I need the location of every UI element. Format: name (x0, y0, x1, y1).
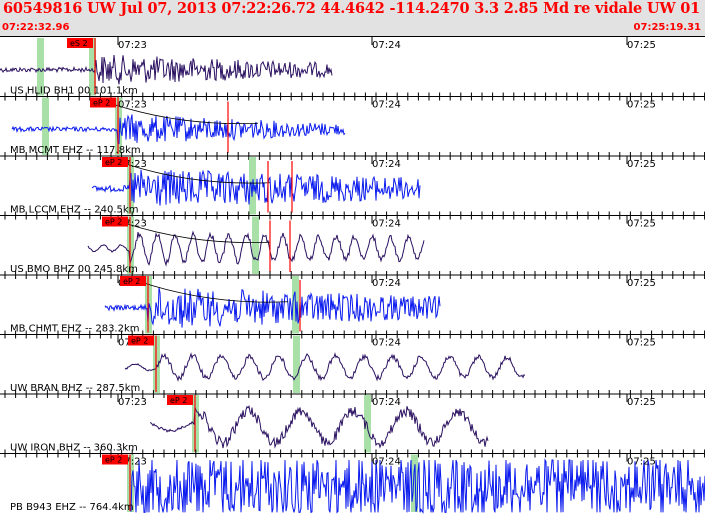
event-info-text: 60549816 UW Jul 07, 2013 07:22:26.72 44.… (3, 0, 705, 17)
waveform-trace (104, 287, 441, 328)
pick-window-marker (252, 216, 259, 274)
time-tick-label: 07:25 (627, 159, 656, 170)
station-label: MB LCCM EHZ -- 240.5km (10, 205, 138, 216)
time-tick-label: 07:24 (372, 219, 401, 230)
event-header: 60549816 UW Jul 07, 2013 07:22:26.72 44.… (0, 0, 705, 37)
trace-row[interactable]: 07:23 07:24 07:25 eP 2 MB MCMT EHZ -- 117.8k… (0, 96, 705, 161)
waveform-trace (149, 404, 489, 449)
station-label: US HLID BH1 00 101.1km (10, 86, 138, 97)
time-tick-label: 07:24 (372, 397, 401, 408)
window-end-time: 07:25:19.31 (633, 22, 701, 33)
station-label: PB B943 EHZ -- 764.4km (10, 502, 134, 513)
waveform-trace (11, 114, 346, 145)
time-tick-label: 07:25 (627, 457, 656, 468)
station-label: US BMO BHZ 00 245.8km (10, 264, 138, 275)
time-tick-label: 07:24 (372, 338, 401, 349)
trace-row[interactable]: 07:2307:2407:25eP 2UW BRAN BHZ -- 287.5k… (0, 334, 705, 399)
time-tick-label: 07:24 (372, 100, 401, 111)
phase-pick-label: eP 2 (105, 158, 122, 167)
station-label: UW IRON BHZ -- 360.3km (10, 443, 138, 454)
phase-pick-label: eP 2 (123, 277, 140, 286)
phase-pick-label: eP 2 (105, 456, 122, 465)
waveform-trace (0, 55, 333, 85)
trace-row[interactable]: 07:23 07:24 07:25 eS 2 US HLID BH1 00 101.1k… (0, 37, 705, 101)
time-tick-label: 07:24 (372, 40, 401, 51)
pick-window-marker (293, 335, 300, 393)
time-tick-label: 07:25 (627, 40, 656, 51)
trace-row[interactable]: 07:23 07:24 07:25eP 2US BMO BHZ 00 245.8km (0, 215, 705, 280)
phase-pick-label: eP 2 (105, 218, 122, 227)
phase-pick-label: eP 2 (93, 99, 110, 108)
station-label: UW BRAN BHZ -- 287.5km (10, 383, 140, 394)
time-tick-label: 07:25 (627, 338, 656, 349)
trace-row[interactable]: 07:23 07:24 07:25 eP 2 UW IRON BHZ -- 360.3k… (0, 394, 705, 458)
phase-pick-label: eS 2 (70, 39, 88, 48)
time-tick-label: 07:23 (118, 397, 147, 408)
phase-pick-label: eP 2 (131, 337, 148, 346)
trace-row[interactable]: 07:23 07:24 07:25eP 2MB LCCM EHZ -- 240.5k… (0, 156, 705, 220)
time-tick-label: 07:24 (372, 159, 401, 170)
time-tick-label: 07:24 (372, 278, 401, 289)
trace-row[interactable]: 07:23 07:24 07:25eP 2PB B943 EHZ -- 764.4k… (10, 453, 705, 514)
time-tick-label: 07:23 (118, 40, 147, 51)
time-tick-label: 07:25 (627, 397, 656, 408)
phase-pick-label: eP 2 (170, 396, 187, 405)
station-label: MB CHMT EHZ -- 283.2km (10, 324, 140, 335)
seismogram-panel[interactable]: 07:23 07:24 07:25 eS 2 US HLID BH1 00 101.1k… (0, 37, 705, 518)
trace-row[interactable]: 07:2307:2407:25eP 2MB CHMT EHZ -- 283.2k… (0, 275, 705, 339)
time-tick-label: 07:23 (118, 100, 147, 111)
time-tick-label: 07:25 (627, 278, 656, 289)
window-start-time: 07:22:32.96 (2, 22, 70, 33)
waveform-trace (124, 352, 526, 382)
station-label: MB MCMT EHZ -- 117.8km (10, 145, 141, 156)
time-tick-label: 07:25 (627, 219, 656, 230)
time-tick-label: 07:25 (627, 100, 656, 111)
time-tick-label: 07:24 (372, 457, 401, 468)
